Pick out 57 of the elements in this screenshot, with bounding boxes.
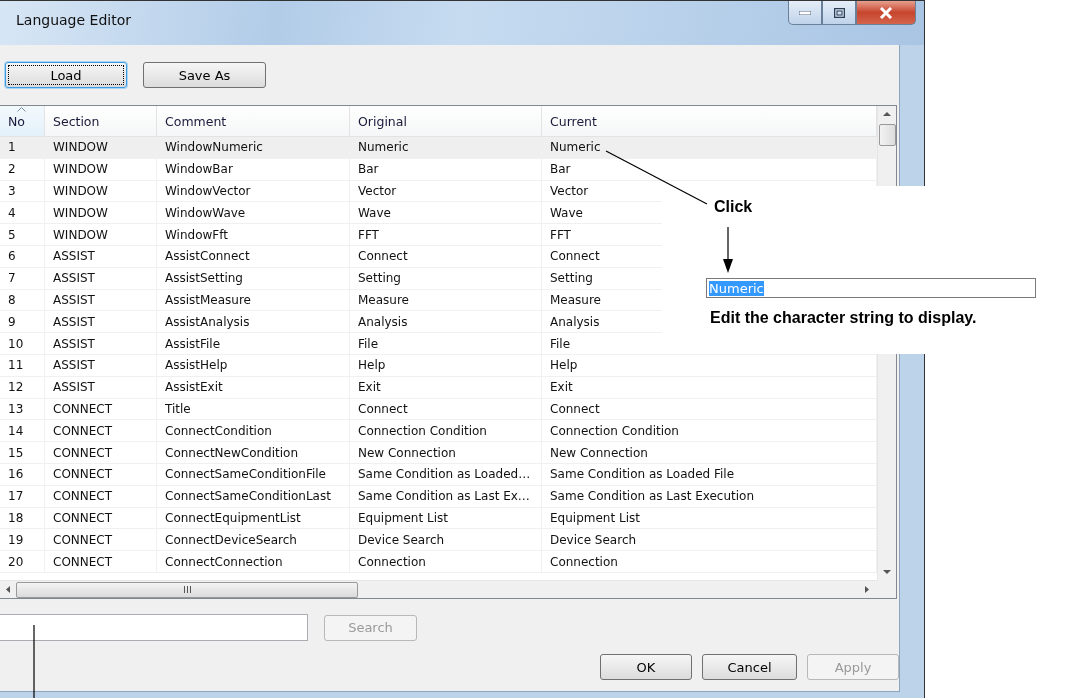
table-cell: Setting xyxy=(350,267,542,290)
table-cell: AssistFile xyxy=(157,333,350,355)
table-cell: CONNECT xyxy=(45,442,157,464)
table-cell: ConnectConnection xyxy=(157,551,350,573)
table-cell: WindowBar xyxy=(157,158,350,181)
table-cell: CONNECT xyxy=(45,551,157,573)
table-cell: 6 xyxy=(0,246,45,268)
table-cell: WINDOW xyxy=(45,224,157,246)
table-cell: AssistConnect xyxy=(157,246,350,268)
table-cell: ASSIST xyxy=(45,267,157,290)
table-cell: ASSIST xyxy=(45,246,157,268)
table-cell: FFT xyxy=(350,224,542,246)
table-cell: Numeric xyxy=(542,137,877,159)
table-cell: CONNECT xyxy=(45,463,157,486)
table-cell: ASSIST xyxy=(45,333,157,355)
table-cell: CONNECT xyxy=(45,485,157,508)
table-cell: WindowNumeric xyxy=(157,137,350,159)
table-cell: 10 xyxy=(0,333,45,355)
table-cell: Numeric xyxy=(350,137,542,159)
table-cell: Exit xyxy=(350,376,542,399)
table-cell: New Connection xyxy=(350,442,542,464)
selected-text: Numeric xyxy=(709,280,764,296)
table-cell: Same Condition as Last Execution xyxy=(542,485,877,508)
table-cell: AssistSetting xyxy=(157,267,350,290)
table-cell: 5 xyxy=(0,224,45,246)
table-cell: ConnectNewCondition xyxy=(157,442,350,464)
table-cell: Same Condition as Loaded File xyxy=(542,463,877,486)
table-cell: 17 xyxy=(0,485,45,508)
window-title: Language Editor xyxy=(15,12,131,28)
table-cell: Bar xyxy=(350,158,542,181)
table-cell: Same Condition as Loaded… xyxy=(350,463,542,486)
table-cell: Exit xyxy=(542,376,877,399)
table-cell: WindowFft xyxy=(157,224,350,246)
table-cell: New Connection xyxy=(542,442,877,464)
table-cell: ASSIST xyxy=(45,376,157,399)
table-cell: Bar xyxy=(542,158,877,181)
table-cell: 12 xyxy=(0,376,45,399)
table-cell: Connection xyxy=(542,551,877,573)
table-cell: 7 xyxy=(0,267,45,290)
table-cell: WINDOW xyxy=(45,158,157,181)
table-cell: WINDOW xyxy=(45,137,157,159)
table-cell: AssistHelp xyxy=(157,354,350,377)
table-cell: ConnectSameConditionFile xyxy=(157,463,350,486)
table-cell: Same Condition as Last Ex… xyxy=(350,485,542,508)
table-cell: 11 xyxy=(0,354,45,377)
table-cell: Connect xyxy=(350,246,542,268)
table-cell: ASSIST xyxy=(45,354,157,377)
table-cell: Help xyxy=(350,354,542,377)
table-cell: File xyxy=(350,333,542,355)
table-cell: Connection xyxy=(350,551,542,573)
table-cell: ConnectSameConditionLast xyxy=(157,485,350,508)
table-cell: 20 xyxy=(0,551,45,573)
table-cell: 16 xyxy=(0,463,45,486)
table-cell: 1 xyxy=(0,137,45,159)
table-cell: AssistExit xyxy=(157,376,350,399)
table-cell: 2 xyxy=(0,158,45,181)
table-cell: 15 xyxy=(0,442,45,464)
